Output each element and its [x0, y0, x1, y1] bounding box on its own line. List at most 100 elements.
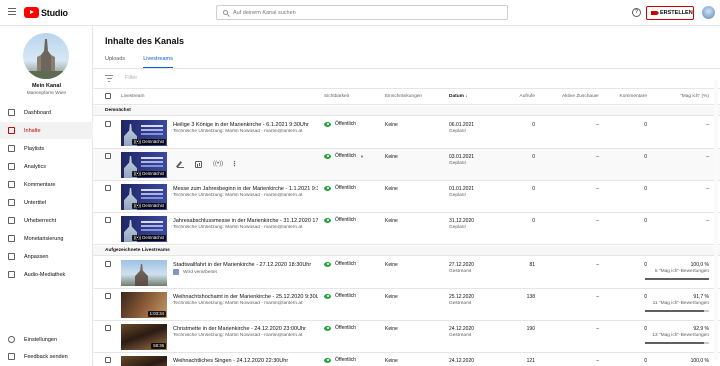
video-thumbnail[interactable]: ((•)) Demnächst	[121, 216, 167, 242]
help-icon[interactable]: ?	[632, 8, 641, 17]
settings-icon	[8, 336, 15, 343]
date-status: Gestreamt	[449, 333, 472, 338]
active-viewers-cell: –	[596, 262, 599, 268]
create-button-label: ERSTELLEN	[660, 10, 693, 16]
comments-cell: 0	[644, 218, 647, 224]
filter-icon[interactable]	[105, 75, 113, 82]
table-row[interactable]: ((•)) Demnächst Jahresabschlussmesse in …	[93, 213, 720, 245]
video-title[interactable]: Messe zum Jahresbeginn in der Marienkirc…	[173, 186, 318, 192]
sidebar-item-subtitles[interactable]: Untertitel	[0, 194, 93, 211]
select-all-checkbox[interactable]	[105, 93, 111, 99]
duration-badge: 1:03:34	[147, 311, 166, 317]
visibility-cell[interactable]: Öffentlich	[324, 261, 356, 267]
duration-badge: 58:36	[151, 343, 166, 349]
visibility-cell[interactable]: Öffentlich	[324, 357, 356, 363]
table-row[interactable]: Stadtwallfahrt in der Marienkirche - 27.…	[93, 257, 720, 289]
video-title[interactable]: Stadtwallfahrt in der Marienkirche - 27.…	[173, 262, 318, 268]
comments-cell: 0	[644, 326, 647, 332]
row-checkbox[interactable]	[105, 357, 111, 363]
visibility-cell[interactable]: Öffentlich	[324, 325, 356, 331]
search-box[interactable]	[216, 5, 508, 20]
visibility-dropdown[interactable]: Öffentlich ▼	[324, 153, 364, 159]
sidebar: Mein Kanal Marienpfarre Wien Dashboard I…	[0, 26, 93, 366]
account-avatar[interactable]	[702, 6, 715, 19]
video-thumbnail[interactable]: 58:36	[121, 324, 167, 350]
video-title[interactable]: Christmette in der Marienkirche - 24.12.…	[173, 326, 318, 332]
visibility-cell[interactable]: Öffentlich	[324, 293, 356, 299]
filter-input[interactable]: Filter	[125, 75, 137, 81]
video-title[interactable]: Weihnachtshochamt in der Marienkirche - …	[173, 294, 318, 300]
live-control-room-icon[interactable]: ((•))	[213, 161, 223, 168]
row-checkbox[interactable]	[105, 261, 111, 267]
edit-pencil-icon[interactable]	[177, 161, 184, 168]
comments-cell: 0	[644, 262, 647, 268]
visibility-cell[interactable]: Öffentlich	[324, 185, 356, 191]
public-eye-icon	[324, 293, 331, 299]
restrictions-cell: Keine	[385, 294, 398, 300]
likes-bar-fill	[645, 278, 709, 280]
table-row[interactable]: 1:03:34 Weihnachtshochamt in der Marienk…	[93, 289, 720, 321]
table-row[interactable]: Weihnachtliches Singen - 24.12.2020 22:3…	[93, 353, 720, 366]
active-viewers-cell: –	[596, 122, 599, 128]
create-button[interactable]: ERSTELLEN	[646, 6, 694, 20]
video-thumbnail[interactable]: 1:03:34	[121, 292, 167, 318]
upcoming-badge: ((•)) Demnächst	[131, 203, 166, 209]
sidebar-item-playlists[interactable]: Playlists	[0, 140, 93, 157]
video-thumbnail[interactable]: ((•)) Demnächst	[121, 152, 167, 178]
video-thumbnail[interactable]	[121, 260, 167, 286]
youtube-studio-logo[interactable]: Studio	[24, 7, 68, 18]
table-row[interactable]: ((•)) Demnächst Heilige 3 Könige in der …	[93, 117, 720, 149]
active-viewers-cell: –	[596, 294, 599, 300]
sidebar-item-copyright[interactable]: Urheberrecht	[0, 212, 93, 229]
date-status: Gestreamt	[449, 301, 472, 306]
analytics-icon[interactable]	[195, 161, 202, 168]
sidebar-item-feedback[interactable]: Feedback senden	[0, 348, 93, 365]
main-content: Inhalte des Kanals Uploads Livestreams F…	[93, 26, 720, 366]
column-date[interactable]: Datum ↓	[449, 94, 468, 99]
sidebar-item-analytics[interactable]: Analytics	[0, 158, 93, 175]
column-date-label: Datum	[449, 94, 464, 99]
row-checkbox[interactable]	[105, 121, 111, 127]
active-viewers-cell: –	[596, 186, 599, 192]
video-title[interactable]: Weihnachtliches Singen - 24.12.2020 22:3…	[173, 358, 318, 364]
sidebar-item-comments[interactable]: Kommentare	[0, 176, 93, 193]
sidebar-item-dashboard[interactable]: Dashboard	[0, 104, 93, 121]
row-checkbox[interactable]	[105, 185, 111, 191]
more-options-icon[interactable]: ⋮	[231, 161, 238, 168]
views-cell: 138	[526, 294, 535, 300]
row-checkbox[interactable]	[105, 293, 111, 299]
video-title[interactable]: Heilige 3 Könige in der Marienkirche - 6…	[173, 122, 318, 128]
search-input[interactable]	[233, 9, 493, 16]
channel-avatar[interactable]	[23, 33, 69, 79]
table-row[interactable]: ((•)) Demnächst Messe zum Jahresbeginn i…	[93, 181, 720, 213]
row-checkbox[interactable]	[105, 217, 111, 223]
views-cell: 81	[529, 262, 535, 268]
table-row[interactable]: 58:36 Christmette in der Marienkirche - …	[93, 321, 720, 353]
date-cell: 06.01.2021	[449, 122, 475, 128]
visibility-cell[interactable]: Öffentlich	[324, 217, 356, 223]
sidebar-item-settings[interactable]: Einstellungen	[0, 331, 93, 348]
row-checkbox[interactable]	[105, 153, 111, 159]
scrollbar[interactable]	[714, 80, 718, 360]
sidebar-item-content[interactable]: Inhalte	[0, 122, 93, 139]
sidebar-item-customize[interactable]: Anpassen	[0, 248, 93, 265]
table-row[interactable]: ((•)) Demnächst ((•)) ⋮ Öffentlich ▼ Kein…	[93, 149, 720, 181]
sidebar-item-monetization[interactable]: Monetarisierung	[0, 230, 93, 247]
sidebar-item-audio-library[interactable]: Audio-Mediathek	[0, 266, 93, 283]
video-thumbnail[interactable]	[121, 356, 167, 366]
restrictions-cell: Keine	[385, 218, 398, 224]
channel-name: Mein Kanal	[31, 83, 62, 89]
page-title: Inhalte des Kanals	[105, 36, 185, 46]
video-thumbnail[interactable]: ((•)) Demnächst	[121, 120, 167, 146]
public-eye-icon	[324, 185, 331, 191]
hamburger-menu-icon[interactable]	[8, 8, 16, 16]
row-checkbox[interactable]	[105, 325, 111, 331]
dropdown-arrow-icon: ▼	[360, 153, 364, 159]
processing-status: Wird verarbeitet	[173, 269, 217, 275]
visibility-cell[interactable]: Öffentlich	[324, 121, 356, 127]
video-thumbnail[interactable]: ((•)) Demnächst	[121, 184, 167, 210]
public-eye-icon	[324, 325, 331, 331]
monetization-icon	[8, 235, 15, 242]
video-title[interactable]: Jahresabschlussmesse in der Marienkirche…	[173, 218, 318, 224]
date-cell: 27.12.2020	[449, 262, 475, 268]
